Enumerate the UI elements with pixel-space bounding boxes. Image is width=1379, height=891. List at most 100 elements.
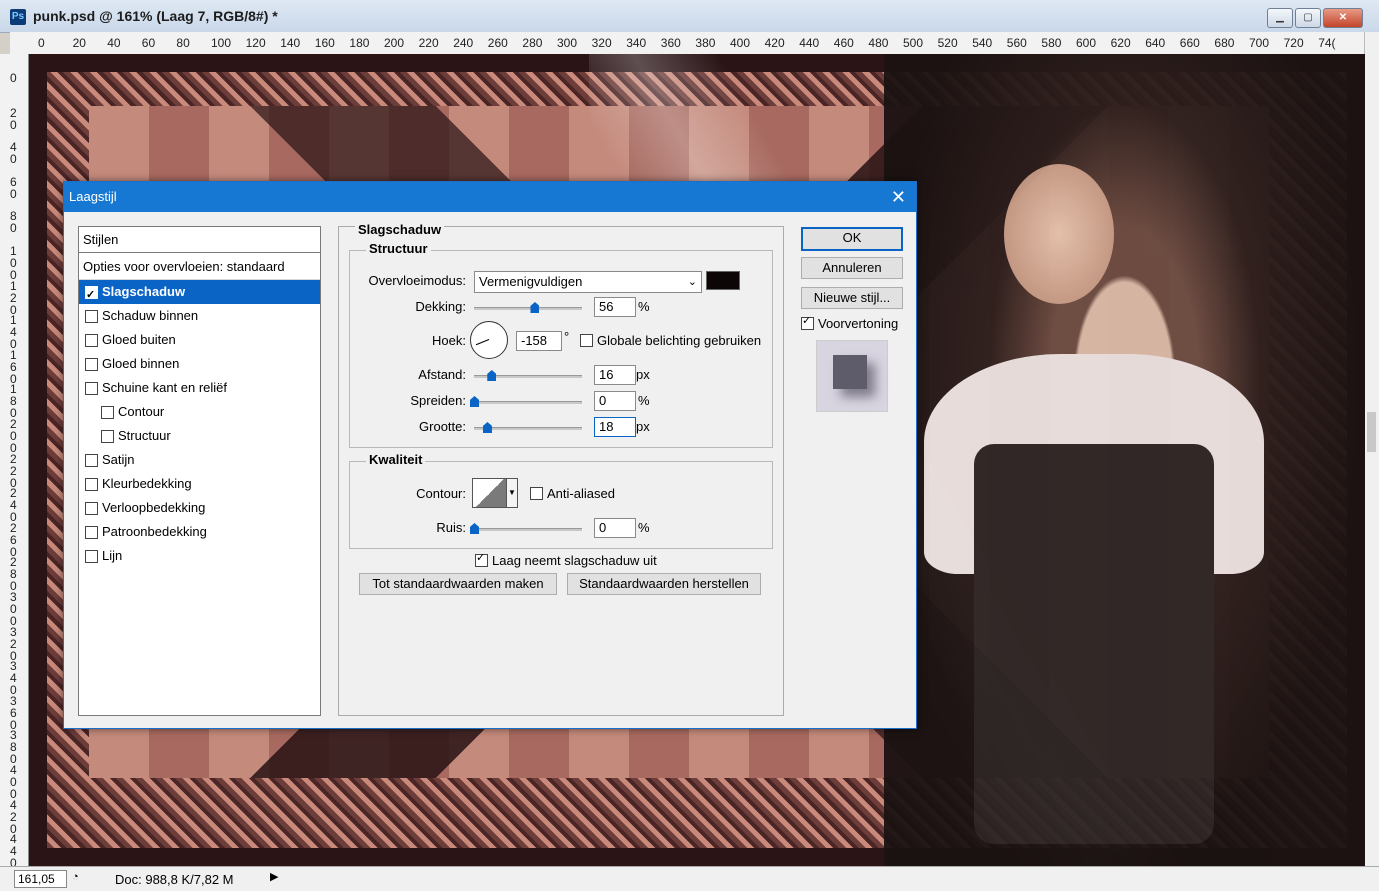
ruler-tick-label: 200 xyxy=(384,36,405,50)
style-checkbox[interactable] xyxy=(85,309,98,323)
style-checkbox[interactable] xyxy=(101,429,114,443)
style-item-kleurbedekking[interactable]: Kleurbedekking xyxy=(79,472,320,496)
style-checkbox[interactable] xyxy=(85,549,98,563)
size-field[interactable]: 18 xyxy=(594,417,636,437)
style-checkbox[interactable] xyxy=(85,381,98,395)
style-item-lijn[interactable]: Lijn xyxy=(79,544,320,568)
drop-shadow-panel: Slagschaduw Structuur Overvloeimodus: Ve… xyxy=(338,222,784,716)
style-checkbox[interactable] xyxy=(85,333,98,347)
global-light-label: Globale belichting gebruiken xyxy=(597,333,762,348)
minimize-icon[interactable]: ▁ xyxy=(1267,8,1293,28)
opacity-slider-thumb[interactable] xyxy=(530,302,540,313)
photoshop-logo-icon: Ps xyxy=(10,9,26,25)
spread-slider[interactable] xyxy=(470,396,582,407)
blending-options-item[interactable]: Opties voor overvloeien: standaard xyxy=(79,255,320,280)
preview-square xyxy=(833,355,867,389)
horizontal-ruler[interactable]: 0 20 40 60 80 100 120 140 160 180 200 220 240 260 280 3… xyxy=(10,32,1365,55)
distance-field[interactable]: 16 xyxy=(594,365,636,385)
style-item-satijn[interactable]: Satijn xyxy=(79,448,320,472)
style-checkbox[interactable] xyxy=(85,501,98,515)
angle-field[interactable]: -158 xyxy=(516,331,562,351)
style-item-slagschaduw[interactable]: Slagschaduw xyxy=(79,280,320,307)
knockout-box[interactable] xyxy=(475,551,488,567)
ruler-tick-label: 8 0 xyxy=(10,209,17,236)
contour-picker[interactable] xyxy=(472,478,508,508)
size-slider-thumb[interactable] xyxy=(482,422,492,433)
close-icon[interactable]: ✕ xyxy=(1323,8,1363,28)
style-item-structuur[interactable]: Structuur xyxy=(79,424,320,448)
opacity-slider[interactable] xyxy=(474,302,582,313)
style-item-verloopbedekking[interactable]: Verloopbedekking xyxy=(79,496,320,520)
global-light-checkbox[interactable]: Globale belichting gebruiken xyxy=(580,333,761,348)
noise-field[interactable]: 0 xyxy=(594,518,636,538)
style-item-label: Schaduw binnen xyxy=(102,308,199,323)
ruler-tick-label: 0 xyxy=(38,36,45,50)
make-default-button[interactable]: Tot standaardwaarden maken xyxy=(359,573,557,595)
dialog-close-icon[interactable]: ✕ xyxy=(891,182,906,212)
style-item-schaduw-binnen[interactable]: Schaduw binnen xyxy=(79,304,320,328)
quality-group: Kwaliteit Contour: ▼ Anti-aliased Ruis: … xyxy=(349,452,773,549)
style-checkbox[interactable] xyxy=(85,453,98,467)
style-item-schuine-kant-en-reli-f[interactable]: Schuine kant en reliëf xyxy=(79,376,320,400)
angle-dial[interactable] xyxy=(470,321,508,359)
anti-aliased-checkbox[interactable]: Anti-aliased xyxy=(530,486,615,501)
ruler-tick-label: 3 8 0 xyxy=(10,728,17,767)
ruler-tick-label: 4 2 0 xyxy=(10,797,17,836)
style-item-gloed-buiten[interactable]: Gloed buiten xyxy=(79,328,320,352)
ruler-tick-label: 240 xyxy=(453,36,474,50)
maximize-icon[interactable]: ▢ xyxy=(1295,8,1321,28)
zoom-field[interactable]: 161,05 xyxy=(14,870,67,888)
ruler-tick-label: 120 xyxy=(245,36,266,50)
style-item-gloed-binnen[interactable]: Gloed binnen xyxy=(79,352,320,376)
ruler-tick-label: 3 0 0 xyxy=(10,590,17,628)
blend-mode-select[interactable]: Vermenigvuldigen ⌄ xyxy=(474,271,702,293)
noise-slider-thumb[interactable] xyxy=(470,523,479,534)
zoom-info-icon[interactable]: ◔ xyxy=(72,871,79,883)
style-item-patroonbedekking[interactable]: Patroonbedekking xyxy=(79,520,320,544)
anti-aliased-box[interactable] xyxy=(530,487,543,500)
ruler-tick-label: 3 4 0 xyxy=(10,659,17,698)
shadow-color-swatch[interactable] xyxy=(706,271,740,290)
noise-slider[interactable] xyxy=(470,523,582,534)
preview-checkbox[interactable]: Voorvertoning xyxy=(801,314,898,331)
spread-slider-thumb[interactable] xyxy=(470,396,479,407)
ruler-tick-label: 600 xyxy=(1076,36,1097,50)
ruler-tick-label: 1 8 0 xyxy=(10,382,17,421)
new-style-button[interactable]: Nieuwe stijl... xyxy=(801,287,903,309)
style-checkbox[interactable] xyxy=(85,525,98,539)
status-menu-icon[interactable]: ▶ xyxy=(270,870,278,883)
style-item-label: Gloed buiten xyxy=(102,332,176,347)
vertical-scrollbar[interactable] xyxy=(1364,32,1379,878)
dialog-title-bar[interactable]: Laagstijl ✕ xyxy=(64,182,916,212)
style-checkbox[interactable] xyxy=(85,283,98,307)
distance-slider[interactable] xyxy=(474,370,582,381)
ok-button[interactable]: OK xyxy=(801,227,903,251)
size-slider[interactable] xyxy=(474,422,582,433)
preview-box[interactable] xyxy=(801,314,814,330)
style-checkbox[interactable] xyxy=(85,357,98,371)
global-light-box[interactable] xyxy=(580,334,593,347)
ruler-tick-label: 160 xyxy=(314,36,335,50)
ruler-tick-label: 660 xyxy=(1179,36,1200,50)
distance-slider-thumb[interactable] xyxy=(487,370,497,381)
opacity-field[interactable]: 56 xyxy=(594,297,636,317)
vertical-ruler[interactable]: 02 04 06 08 01 0 01 2 01 4 01 6 01 8 02 … xyxy=(0,54,29,866)
contour-label: Contour: xyxy=(416,486,466,501)
style-checkbox[interactable] xyxy=(101,405,114,419)
blend-mode-value: Vermenigvuldigen xyxy=(479,274,583,289)
style-item-contour[interactable]: Contour xyxy=(79,400,320,424)
spread-field[interactable]: 0 xyxy=(594,391,636,411)
contour-dropdown-icon[interactable]: ▼ xyxy=(506,478,518,508)
cancel-button[interactable]: Annuleren xyxy=(801,257,903,279)
doc-size: Doc: 988,8 K/7,82 M xyxy=(115,872,234,887)
angle-label: Hoek: xyxy=(432,333,466,348)
ruler-tick-label: 260 xyxy=(487,36,508,50)
quality-legend: Kwaliteit xyxy=(366,452,426,467)
ruler-tick-label: 1 4 0 xyxy=(10,313,17,352)
ruler-tick-label: 20 xyxy=(72,36,86,50)
reset-default-button[interactable]: Standaardwaarden herstellen xyxy=(567,573,761,595)
styles-header[interactable]: Stijlen xyxy=(79,227,320,253)
knockout-checkbox[interactable]: Laag neemt slagschaduw uit xyxy=(475,551,657,568)
style-checkbox[interactable] xyxy=(85,477,98,491)
style-item-label: Slagschaduw xyxy=(102,284,186,299)
